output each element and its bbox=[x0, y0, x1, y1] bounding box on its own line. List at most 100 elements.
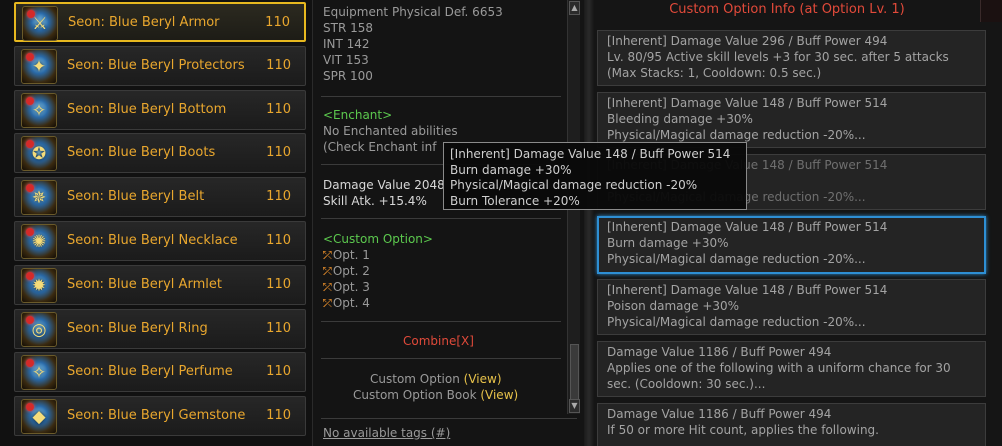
option-line: Physical/Magical damage reduction -20%..… bbox=[607, 315, 866, 329]
option-card[interactable]: [Inherent] Damage Value 148 / Buff Power… bbox=[597, 216, 986, 274]
divider bbox=[321, 321, 561, 322]
option-line: (Max Stacks: 1, Cooldown: 0.5 sec.) bbox=[607, 66, 822, 80]
equipment-item-name: Seon: Blue Beryl Belt bbox=[67, 189, 205, 205]
item-info-panel: Equipment Physical Def. 6653 STR 158 INT… bbox=[312, 0, 584, 446]
custom-option-book-label: Custom Option Book bbox=[353, 388, 477, 402]
custom-option-header: <Custom Option> bbox=[323, 232, 433, 246]
option-slot-icon: ⤱ bbox=[323, 249, 332, 262]
scroll-down-icon[interactable]: ▼ bbox=[569, 399, 580, 413]
option-card[interactable]: [Inherent] Damage Value 296 / Buff Power… bbox=[597, 30, 986, 86]
option-line: Poison damage +30% bbox=[607, 299, 740, 313]
equipment-item-name: Seon: Blue Beryl Necklace bbox=[67, 233, 238, 248]
panel-divider bbox=[584, 0, 594, 446]
enchant-header: <Enchant> bbox=[323, 108, 393, 122]
bottom-icon: ✧ bbox=[21, 92, 57, 128]
enchant-text: No Enchanted abilities bbox=[323, 124, 458, 138]
custom-option-book-row: Custom Option Book (View) bbox=[353, 387, 518, 403]
equipment-item-name: Seon: Blue Beryl Ring bbox=[67, 320, 208, 336]
equipment-item-name: Seon: Blue Beryl Perfume bbox=[67, 364, 233, 380]
equipment-item[interactable]: ✵ Seon: Blue Beryl Belt 110 bbox=[14, 177, 306, 218]
custom-option-view-link[interactable]: (View) bbox=[464, 372, 502, 386]
equipment-item[interactable]: ✹ Seon: Blue Beryl Armlet 110 bbox=[14, 264, 306, 305]
option-line: Damage Value 1186 / Buff Power 494 bbox=[607, 345, 832, 359]
option-tooltip: [Inherent] Damage Value 148 / Buff Power… bbox=[443, 142, 747, 210]
scroll-up-icon[interactable]: ▲ bbox=[569, 1, 580, 15]
boots-icon: ✪ bbox=[21, 136, 57, 172]
skill-atk: Skill Atk. +15.4% bbox=[323, 194, 427, 208]
option-card[interactable]: [Inherent] Damage Value 148 / Buff Power… bbox=[597, 279, 986, 335]
stat-spr: SPR 100 bbox=[323, 69, 373, 83]
perfume-icon: ✧ bbox=[21, 355, 57, 391]
option-line: Physical/Magical damage reduction -20%..… bbox=[607, 128, 866, 142]
option-line: If 50 or more Hit count, applies the fol… bbox=[607, 423, 879, 437]
option-card[interactable]: Damage Value 1186 / Buff Power 494 If 50 … bbox=[597, 403, 986, 446]
option-line: [Inherent] Damage Value 148 / Buff Power… bbox=[607, 283, 888, 297]
ring-icon: ◎ bbox=[21, 311, 57, 347]
tooltip-line: [Inherent] Damage Value 148 / Buff Power… bbox=[450, 147, 731, 161]
equipment-item-level: 110 bbox=[266, 101, 291, 117]
scroll-thumb[interactable] bbox=[570, 344, 579, 400]
equipment-item[interactable]: ✪ Seon: Blue Beryl Boots 110 bbox=[14, 133, 306, 174]
option-line: Applies one of the following with a unif… bbox=[607, 361, 951, 375]
enchant-check-link[interactable]: (Check Enchant inf bbox=[323, 139, 436, 155]
option-line: [Inherent] Damage Value 148 / Buff Power… bbox=[607, 96, 888, 110]
tooltip-line: Burn Tolerance +20% bbox=[450, 193, 580, 208]
custom-option-3[interactable]: ⤱Opt. 3 bbox=[323, 279, 370, 296]
equipment-item[interactable]: ✺ Seon: Blue Beryl Necklace 110 bbox=[14, 221, 306, 261]
option-info-panel: Custom Option Info (at Option Lv. 1) [In… bbox=[594, 0, 1002, 446]
panel-corner bbox=[980, 0, 1002, 22]
equipment-item-name: Seon: Blue Beryl Boots bbox=[67, 145, 216, 161]
belt-icon: ✵ bbox=[21, 180, 57, 216]
option-line: Damage Value 1186 / Buff Power 494 bbox=[607, 407, 832, 421]
equipment-item-name: Seon: Blue Beryl Protectors bbox=[67, 57, 245, 73]
divider bbox=[321, 96, 561, 97]
gemstone-icon: ◆ bbox=[21, 399, 57, 435]
option-line: sec. (Cooldown: 30 sec.)... bbox=[607, 377, 766, 391]
option-slot-icon: ⤱ bbox=[323, 297, 332, 310]
option-line: Lv. 80/95 Active skill levels +3 for 30 … bbox=[607, 50, 949, 64]
combine-button[interactable]: Combine[X] bbox=[403, 333, 474, 349]
equipment-item[interactable]: ◆ Seon: Blue Beryl Gemstone 110 bbox=[14, 396, 306, 437]
armor-icon: ⚔ bbox=[22, 6, 58, 41]
equipment-item-level: 110 bbox=[266, 408, 291, 424]
equipment-item[interactable]: ⚔ Seon: Blue Beryl Armor 110 bbox=[14, 2, 306, 42]
necklace-icon: ✺ bbox=[21, 224, 57, 259]
equipment-item-name: Seon: Blue Beryl Armor bbox=[68, 15, 220, 30]
custom-option-book-view-link[interactable]: (View) bbox=[480, 388, 518, 402]
option-card[interactable]: [Inherent] Damage Value 148 / Buff Power… bbox=[597, 92, 986, 148]
divider bbox=[321, 218, 561, 219]
option-line bbox=[607, 438, 976, 446]
custom-option-label: Custom Option bbox=[370, 372, 460, 386]
equipment-item-level: 110 bbox=[266, 320, 291, 336]
tooltip-line: Burn damage +30% bbox=[450, 162, 572, 177]
option-line: [Inherent] Damage Value 296 / Buff Power… bbox=[607, 34, 888, 48]
option-slot-icon: ⤱ bbox=[323, 281, 332, 294]
equipment-item[interactable]: ✦ Seon: Blue Beryl Protectors 110 bbox=[14, 45, 306, 86]
equipment-item-level: 110 bbox=[266, 57, 291, 73]
divider bbox=[321, 418, 577, 419]
stat-physical-def: Equipment Physical Def. 6653 bbox=[323, 5, 503, 19]
custom-option-2[interactable]: ⤱Opt. 2 bbox=[323, 263, 370, 280]
equipment-item-level: 110 bbox=[266, 145, 291, 161]
option-panel-title: Custom Option Info (at Option Lv. 1) bbox=[669, 2, 905, 17]
equipment-item-name: Seon: Blue Beryl Gemstone bbox=[67, 408, 246, 424]
equipment-item-level: 110 bbox=[266, 189, 291, 205]
option-line: [Inherent] Damage Value 148 / Buff Power… bbox=[607, 220, 888, 234]
stat-vit: VIT 153 bbox=[323, 53, 369, 67]
custom-option-row: Custom Option (View) bbox=[370, 371, 502, 387]
tags-link[interactable]: No available tags (#) bbox=[323, 425, 450, 441]
equipment-item-level: 110 bbox=[266, 233, 291, 248]
equipment-item-name: Seon: Blue Beryl Bottom bbox=[67, 101, 227, 117]
protectors-icon: ✦ bbox=[21, 48, 57, 84]
custom-option-1[interactable]: ⤱Opt. 1 bbox=[323, 247, 370, 264]
equipment-item-level: 110 bbox=[265, 15, 290, 30]
equipment-item[interactable]: ✧ Seon: Blue Beryl Perfume 110 bbox=[14, 352, 306, 393]
equipment-item-level: 110 bbox=[266, 364, 291, 380]
equipment-item[interactable]: ◎ Seon: Blue Beryl Ring 110 bbox=[14, 308, 306, 349]
tooltip-line: Physical/Magical damage reduction -20% bbox=[450, 178, 698, 192]
option-card[interactable]: Damage Value 1186 / Buff Power 494 Applie… bbox=[597, 341, 986, 397]
option-line: Burn damage +30% bbox=[607, 236, 729, 250]
equipment-item[interactable]: ✧ Seon: Blue Beryl Bottom 110 bbox=[14, 89, 306, 130]
custom-option-4[interactable]: ⤱Opt. 4 bbox=[323, 295, 370, 312]
option-line: Physical/Magical damage reduction -20%..… bbox=[607, 252, 866, 266]
